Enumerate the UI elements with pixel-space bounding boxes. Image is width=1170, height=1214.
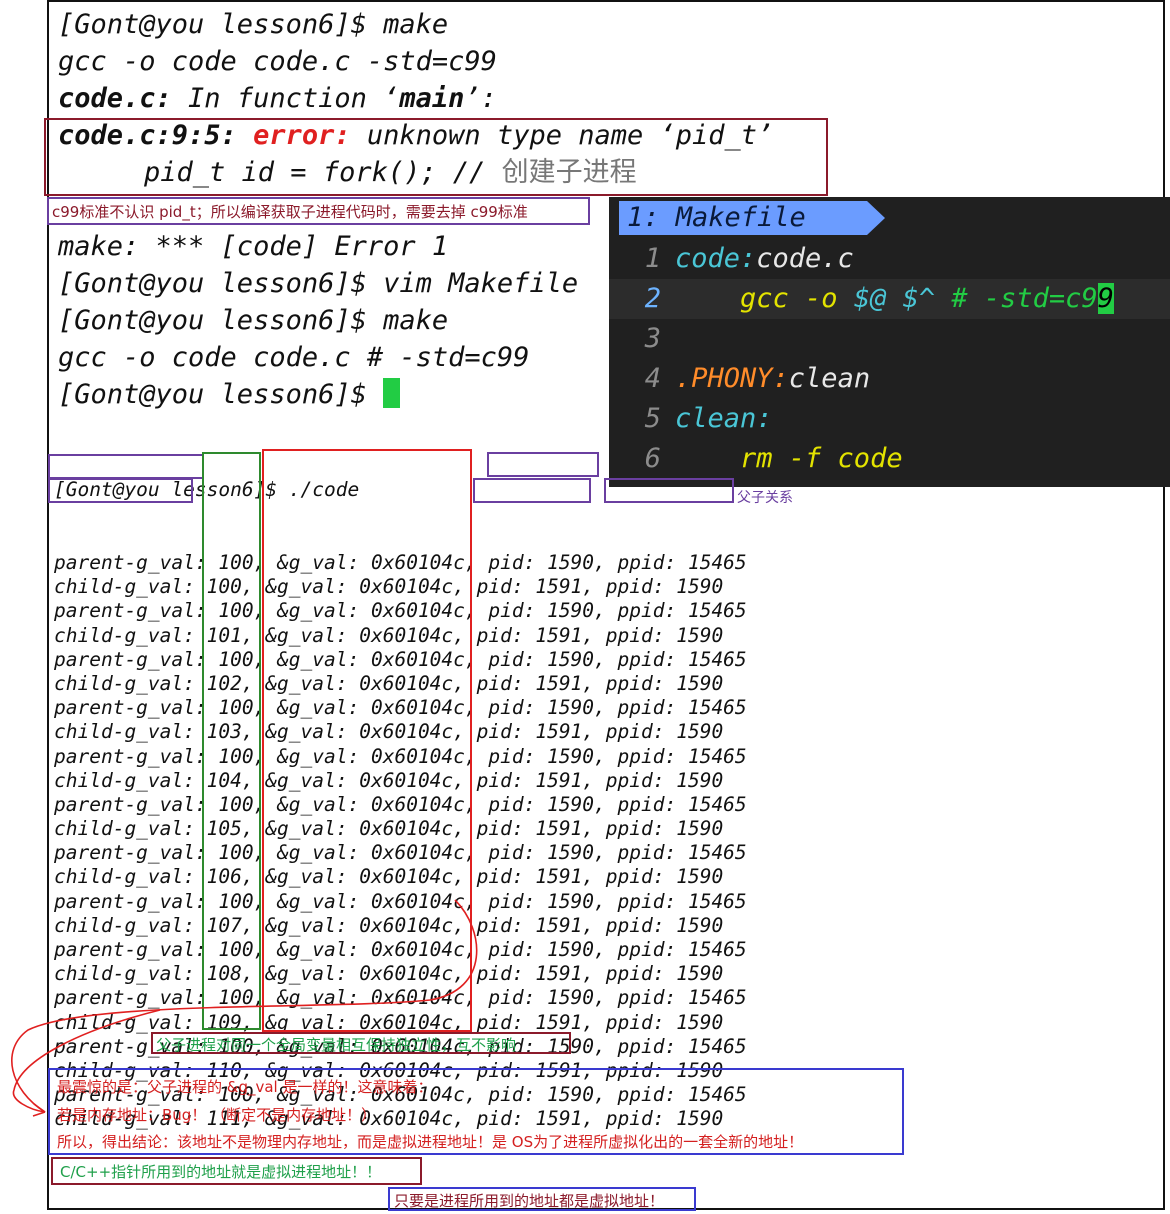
virtual-note: 只要是进程所用到的地址都是虚拟地址！ — [394, 1192, 665, 1210]
pointer-note: C/C++指针所用到的地址就是虚拟进程地址！！ — [60, 1163, 382, 1181]
independence-note: 父子进程对同一个全局变量相互保持独立性，互不影响 — [156, 1036, 517, 1054]
conclusion-line-1: 最震惊的是：父子进程的 &g_val 是一样的！这意味着： — [57, 1078, 433, 1096]
conclusion-line-3: 所以，得出结论：该地址不是物理内存地址，而是虚拟进程地址！是 OS为了进程所虚拟… — [57, 1133, 804, 1151]
conclusion-line-2: 若是内存地址：Bug！ （断定不是内存地址！） — [57, 1106, 377, 1124]
